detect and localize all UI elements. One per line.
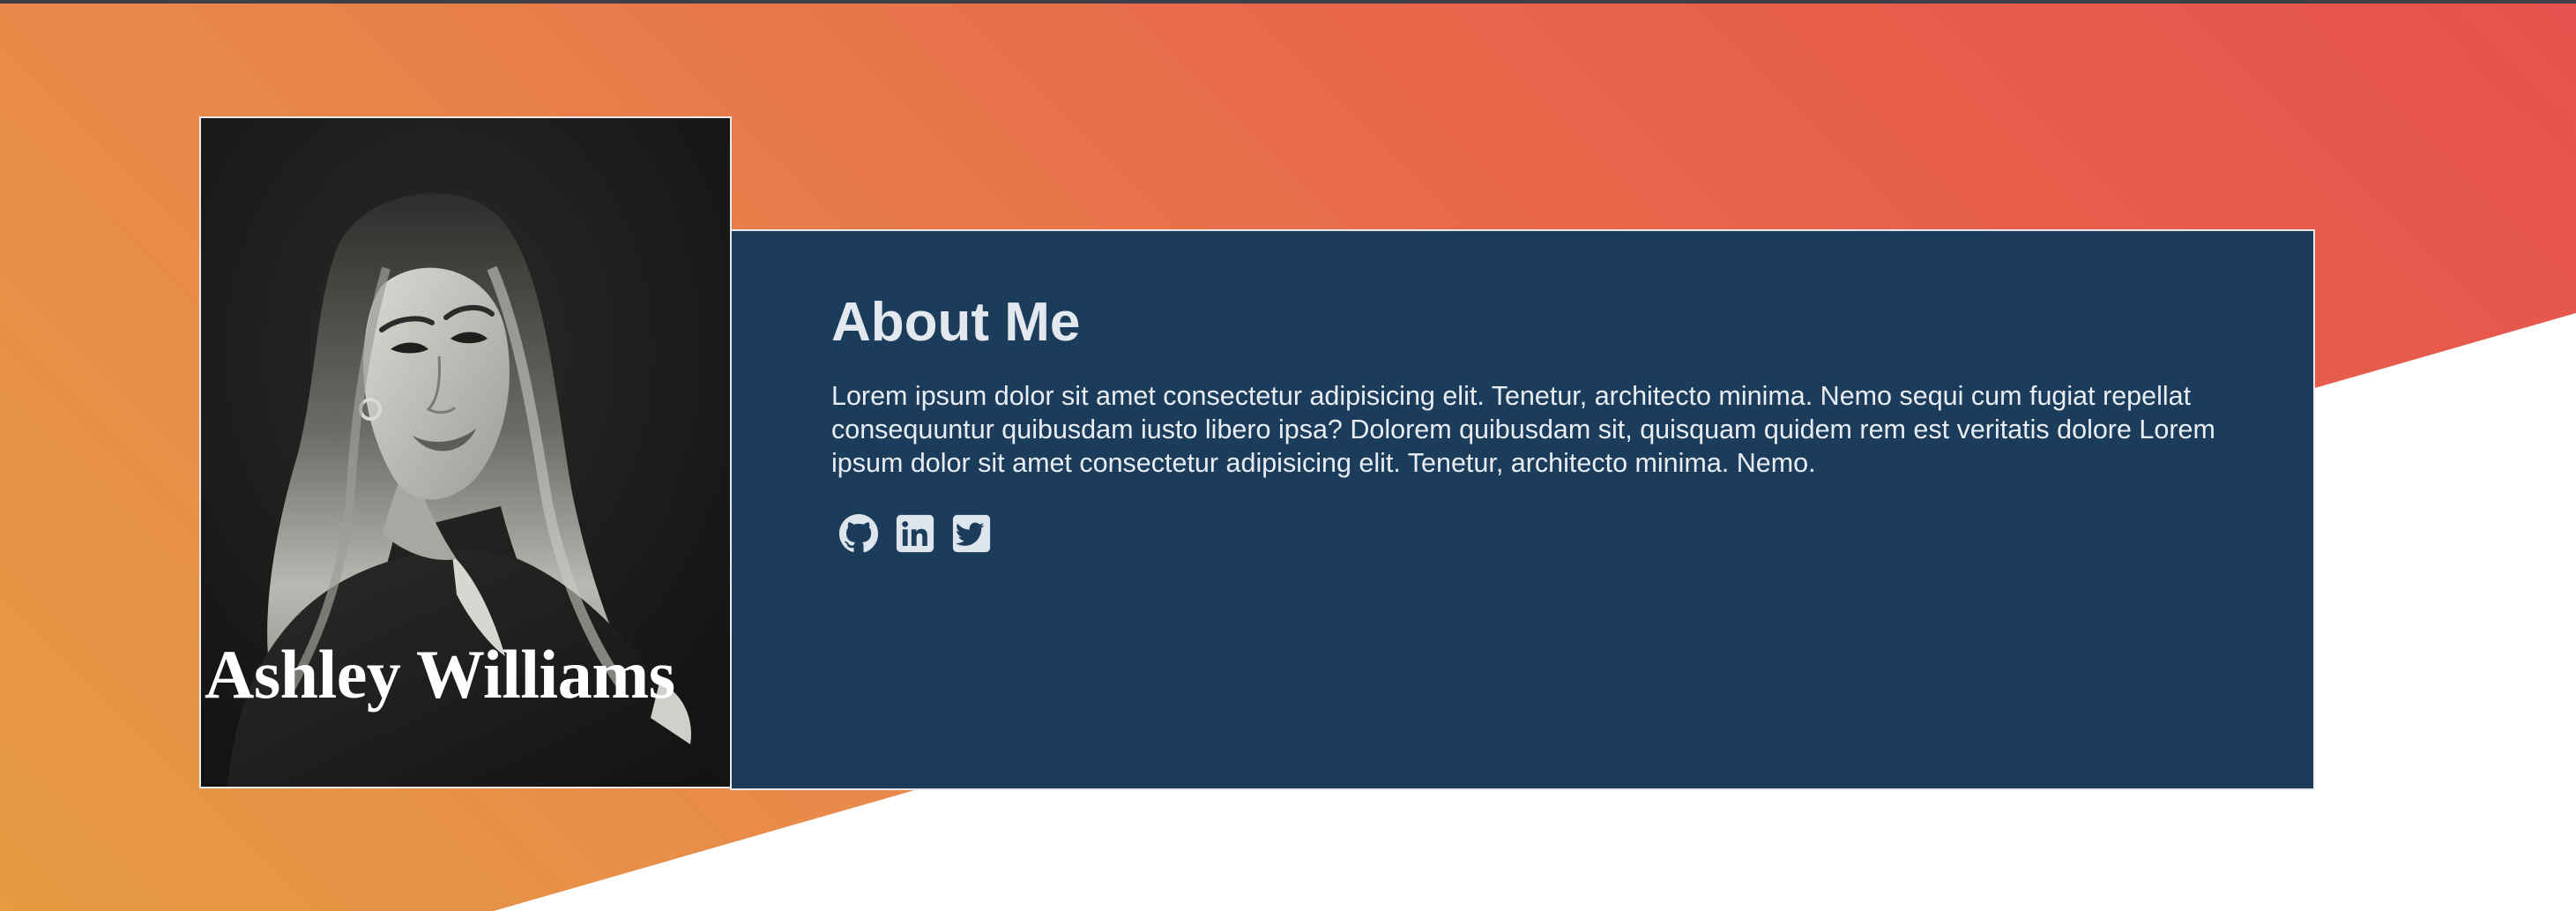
profile-card: Ashley Williams About Me Lorem ipsum dol… (199, 116, 2315, 790)
github-icon (838, 514, 879, 553)
page: Ashley Williams About Me Lorem ipsum dol… (0, 0, 2576, 911)
twitter-icon (952, 515, 991, 553)
twitter-link[interactable] (951, 513, 992, 554)
github-link[interactable] (838, 513, 879, 554)
about-content: About Me Lorem ipsum dolor sit amet cons… (831, 292, 2260, 554)
profile-photo: Ashley Williams (199, 116, 732, 788)
about-bio: Lorem ipsum dolor sit amet consectetur a… (831, 381, 2215, 479)
linkedin-link[interactable] (895, 513, 935, 554)
linkedin-icon (896, 515, 934, 553)
profile-name: Ashley Williams (205, 636, 675, 713)
about-panel: About Me Lorem ipsum dolor sit amet cons… (730, 229, 2315, 790)
social-links (838, 513, 2260, 554)
top-border (0, 0, 2576, 4)
about-heading: About Me (831, 292, 1081, 353)
